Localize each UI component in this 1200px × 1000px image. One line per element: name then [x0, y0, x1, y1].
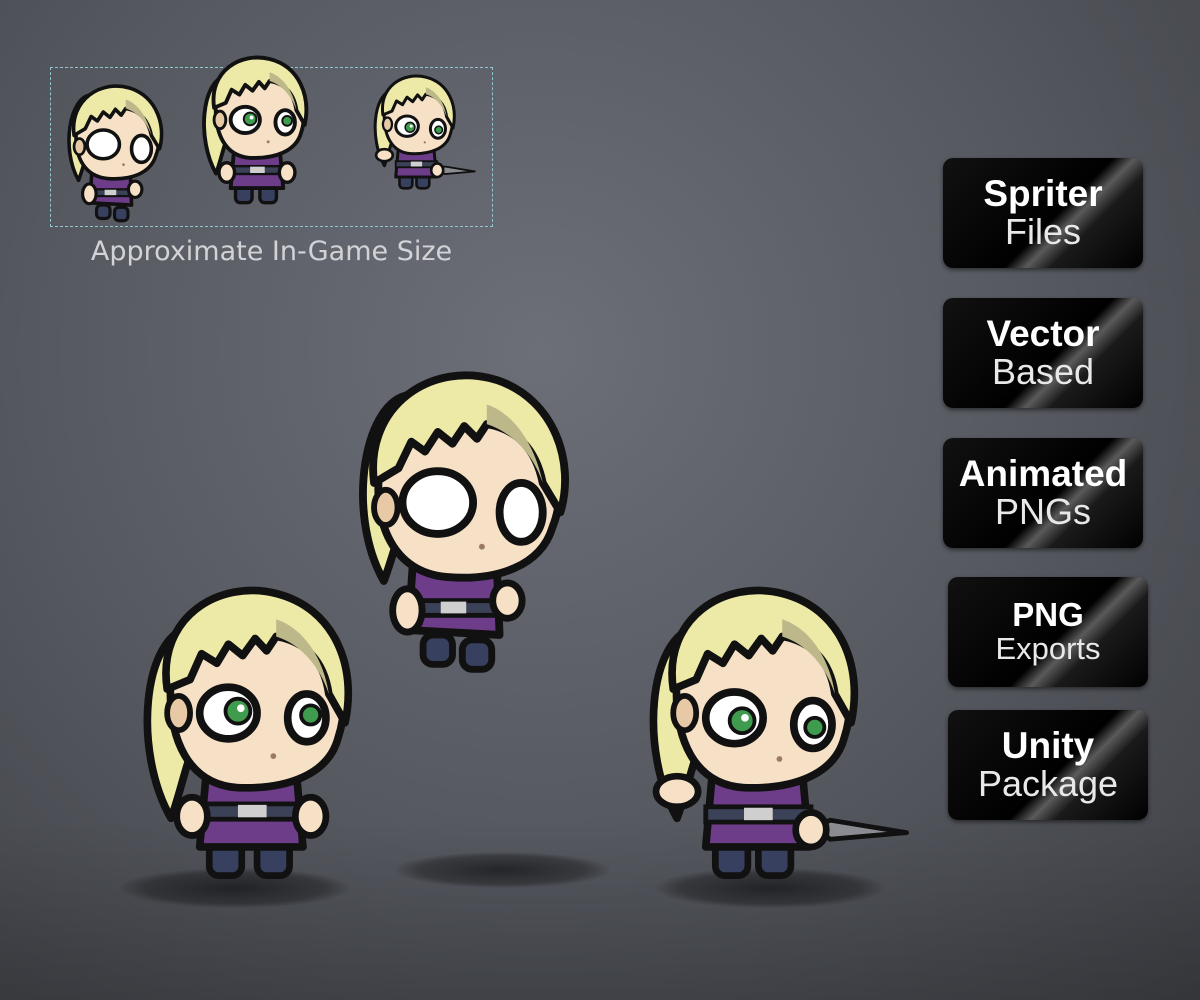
- sprite-jump-hurt: [325, 335, 580, 675]
- badge-png-exports: PNG Exports: [948, 577, 1148, 687]
- badge-png-subtitle: Exports: [995, 631, 1101, 666]
- badge-spriter-files: Spriter Files: [943, 158, 1143, 268]
- preview-sprite-attack: [373, 74, 477, 190]
- preview-sprite-hurt: [67, 84, 164, 223]
- badge-unity-title: Unity: [1001, 725, 1095, 766]
- badge-animated-title: Animated: [958, 453, 1128, 494]
- badge-spriter-title: Spriter: [983, 173, 1103, 214]
- in-game-size-caption: Approximate In-Game Size: [90, 236, 453, 267]
- sprite-attack-kunai: [635, 560, 920, 890]
- badge-unity-subtitle: Package: [977, 763, 1119, 804]
- badge-animated-pngs: Animated PNGs: [943, 438, 1143, 548]
- badge-vector-title: Vector: [986, 313, 1100, 354]
- badge-vector-subtitle: Based: [991, 351, 1095, 392]
- preview-sprite-idle: [202, 55, 309, 205]
- badge-unity-package: Unity Package: [948, 710, 1148, 820]
- badge-png-title: PNG: [1012, 596, 1084, 633]
- shadow-jump: [395, 852, 610, 888]
- badge-spriter-subtitle: Files: [1004, 211, 1081, 252]
- badge-vector-based: Vector Based: [943, 298, 1143, 408]
- badge-animated-subtitle: PNGs: [994, 491, 1091, 532]
